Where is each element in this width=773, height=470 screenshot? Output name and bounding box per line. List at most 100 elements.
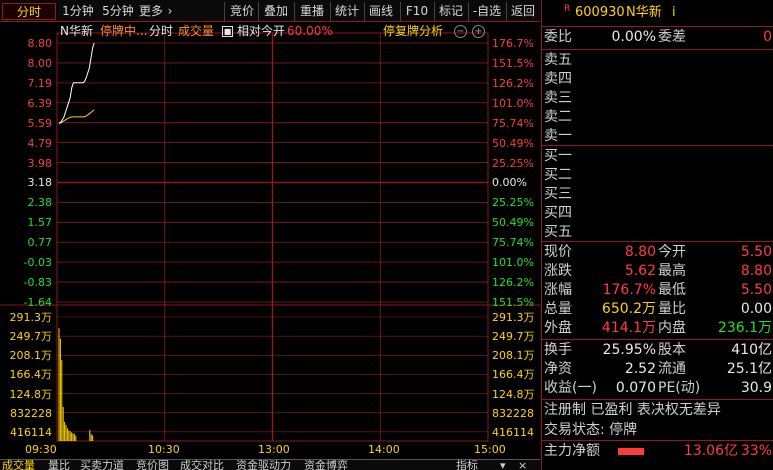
stat-label: 涨跌	[544, 263, 572, 279]
stock-code: 600930	[575, 5, 625, 20]
plus-icon[interactable]: +	[472, 25, 485, 38]
price-tick-label: 4.79	[27, 136, 53, 150]
fundamental-row: 换手 25.95% 股本 410亿	[542, 341, 773, 360]
stat-label: 现价	[544, 244, 572, 260]
info-icon[interactable]: i	[672, 4, 676, 22]
pct-tick-label: 126.2%	[492, 76, 534, 90]
price-tick-label: 6.39	[27, 96, 53, 110]
pct-tick-label: 25.25%	[492, 196, 534, 210]
stat-value: 650.2万	[601, 301, 656, 317]
fund-value: 30.9	[740, 380, 772, 396]
stat-label: 最高	[658, 263, 686, 279]
price-tick-label: -0.03	[23, 256, 52, 270]
tab-1min[interactable]: 1分钟	[58, 3, 98, 20]
stat-label: 外盘	[544, 320, 572, 336]
tags-row: 注册制 已盈利 表决权无差异	[542, 401, 773, 420]
volume-tick-label: 291.3万	[492, 311, 535, 324]
tab-fund-game[interactable]: 资金博弈	[304, 460, 348, 470]
minus-icon[interactable]: −	[454, 25, 467, 38]
tab-buy-sell-force[interactable]: 买卖力道	[80, 460, 124, 470]
intraday-chart[interactable]: 8.80 176.7% 8.00 151.5% 7.19 126.2% 6.39 101.0%…	[0, 22, 540, 470]
pct-tick-label: 25.25%	[492, 156, 534, 170]
checkbox-icon[interactable]: ■	[222, 26, 233, 37]
price-tick-label: 3.18	[27, 176, 53, 190]
watchlist-remove-button[interactable]: -自选	[470, 3, 504, 20]
volume-tick-label: 832228	[492, 406, 534, 420]
fund-value: 25.1亿	[726, 361, 772, 377]
intraday-chart-svg	[0, 32, 540, 442]
pct-tick-label: 101.0%	[492, 96, 534, 110]
chart-mode: 分时	[149, 24, 174, 38]
price-tick-label: 0.77	[27, 236, 53, 250]
close-icon[interactable]: ×	[518, 460, 527, 470]
price-tick-label: 3.98	[27, 156, 53, 170]
stat-label: 量比	[658, 301, 686, 317]
replay-button[interactable]: 重播	[296, 3, 328, 20]
tab-auction-chart[interactable]: 竞价图	[136, 460, 169, 470]
trade-status-text: 交易状态: 停牌	[544, 422, 638, 438]
mark-button[interactable]: 标记	[436, 3, 466, 20]
resume-analysis-link[interactable]: 停复牌分析	[383, 25, 443, 38]
quote-stat-row: 外盘 414.1万 内盘 236.1万	[542, 319, 773, 338]
volume-tick-label: 166.4万	[9, 368, 53, 382]
chevron-down-icon[interactable]: ▾	[500, 460, 506, 470]
overlay-button[interactable]: 叠加	[260, 3, 292, 20]
tab-fund-drive[interactable]: 资金驱动力	[236, 460, 291, 470]
relative-open-label: 相对今开	[237, 24, 286, 38]
tags-text: 注册制 已盈利 表决权无差异	[544, 402, 721, 418]
auction-button[interactable]: 竞价	[226, 3, 258, 20]
buy-level-label: 买二	[544, 167, 572, 183]
buy-level-label: 买三	[544, 186, 572, 202]
stats-button[interactable]: 统计	[332, 3, 362, 20]
tab-volume-ratio[interactable]: 量比	[48, 460, 70, 470]
relative-open-pct: 60.00%	[287, 24, 333, 38]
sell-level-label: 卖一	[544, 128, 572, 144]
time-tick-label: 10:30	[148, 443, 180, 456]
quote-title: R 600930 N华新 i	[542, 4, 773, 22]
quote-panel: R 600930 N华新 i 委比 0.00% 委差 0 卖五 卖四 卖三 卖二 卖一 …	[541, 0, 773, 470]
buy-level-row: 买三	[542, 185, 773, 204]
price-tick-label: 7.19	[27, 76, 53, 90]
pct-tick-label: 101.0%	[492, 256, 534, 270]
fund-value: 0.070	[615, 380, 656, 396]
sell-level-row: 卖四	[542, 70, 773, 89]
sell-level-row: 卖五	[542, 51, 773, 70]
back-button[interactable]: 返回	[508, 3, 538, 20]
volume-tick-label: 166.4万	[492, 368, 535, 382]
tab-trade-compare[interactable]: 成交对比	[180, 460, 224, 470]
fund-label: 股本	[658, 342, 686, 358]
tab-5min[interactable]: 5分钟	[100, 3, 136, 20]
chevron-right-icon[interactable]: ›	[164, 3, 176, 20]
pct-tick-label: 50.49%	[492, 136, 534, 150]
volume-tick-label: 416114	[10, 425, 52, 439]
price-tick-label: 8.80	[27, 37, 53, 50]
tab-indicator[interactable]: 指标	[456, 460, 478, 470]
stat-value: 176.7%	[602, 282, 656, 298]
stock-name: N华新	[626, 5, 662, 20]
volume-tick-label: 208.1万	[9, 349, 53, 363]
stat-label: 总量	[544, 301, 572, 317]
pct-tick-label: 151.5%	[492, 296, 534, 309]
tab-volume[interactable]: 成交量	[2, 460, 35, 470]
buy-level-label: 买五	[544, 224, 572, 240]
main-flow-row: 主力净额 13.06亿 33%	[542, 442, 773, 461]
sell-level-row: 卖二	[542, 108, 773, 127]
tab-more[interactable]: 更多	[138, 3, 164, 20]
buy-level-row: 买二	[542, 166, 773, 185]
f10-button[interactable]: F10	[402, 3, 432, 20]
time-tick-label: 09:30	[25, 443, 57, 456]
main-flow-label: 主力净额	[544, 443, 600, 459]
draw-line-button[interactable]: 画线	[366, 3, 396, 20]
stat-value: 414.1万	[601, 320, 656, 336]
buy-level-label: 买四	[544, 205, 572, 221]
volume-tick-label: 249.7万	[492, 330, 535, 344]
weibi-value: 0.00%	[611, 29, 656, 45]
quote-stat-row: 涨跌 5.62 最高 8.80	[542, 262, 773, 281]
pct-tick-label: 151.5%	[492, 56, 534, 70]
price-tick-label: 2.38	[27, 196, 53, 210]
sell-level-label: 卖五	[544, 52, 572, 68]
sell-level-row: 卖三	[542, 89, 773, 108]
weicha-value: 0	[763, 29, 772, 45]
tab-fenshi[interactable]: 分时	[2, 3, 56, 20]
price-tick-label: -0.83	[23, 276, 52, 290]
